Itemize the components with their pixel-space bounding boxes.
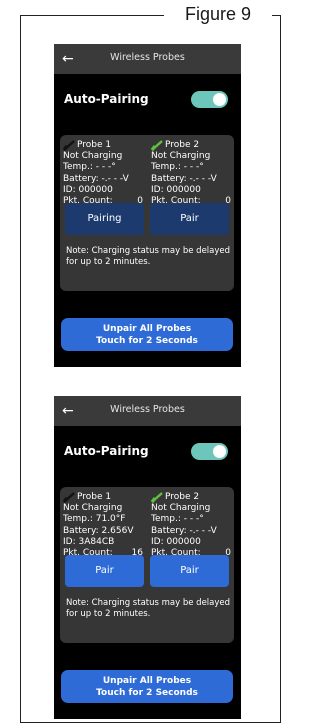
unpair-all-probes-button[interactable]: Unpair All Probes Touch for 2 Seconds xyxy=(61,318,233,351)
unpair-button-line1: Unpair All Probes xyxy=(102,324,192,334)
probe-icon xyxy=(151,140,163,152)
header-title: Wireless Probes xyxy=(110,52,185,63)
probe-id: ID: 000000 xyxy=(151,536,201,547)
charging-status: Not Charging xyxy=(63,503,123,514)
auto-pairing-toggle[interactable] xyxy=(191,443,228,460)
probe-id: ID: 000000 xyxy=(151,184,201,195)
auto-pairing-label: Auto-Pairing xyxy=(64,444,149,458)
app-header: ← Wireless Probes xyxy=(54,44,241,74)
probe-1-info: Probe 1 Not Charging Temp.: 71.0°F Batte… xyxy=(63,492,149,559)
temperature-readout: Temp.: - - -° xyxy=(63,162,116,173)
battery-readout: Battery: -.- - -V xyxy=(63,173,129,184)
toggle-knob xyxy=(213,93,226,106)
charging-note: Note: Charging status may be delayed for… xyxy=(66,246,231,267)
probe-2-pair-button[interactable]: Pair xyxy=(150,203,229,235)
probe-name: Probe 1 xyxy=(77,492,112,502)
probe-name: Probe 2 xyxy=(165,140,200,150)
battery-readout: Battery: -.- - -V xyxy=(151,525,217,536)
header-title: Wireless Probes xyxy=(110,404,185,415)
probe-1-pair-button[interactable]: Pair xyxy=(65,555,144,587)
toggle-knob xyxy=(213,445,226,458)
phone-screen-1: ← Wireless Probes Auto-Pairing Probe 1 N… xyxy=(54,44,241,367)
probe-status-panel: Probe 1 Not Charging Temp.: 71.0°F Batte… xyxy=(60,487,234,643)
auto-pairing-toggle[interactable] xyxy=(191,91,228,108)
probe-id: ID: 000000 xyxy=(63,184,113,195)
probe-2-pair-button[interactable]: Pair xyxy=(150,555,229,587)
probe-2-info: Probe 2 Not Charging Temp.: - - -° Batte… xyxy=(151,492,237,559)
battery-readout: Battery: -.- - -V xyxy=(151,173,217,184)
temperature-readout: Temp.: - - -° xyxy=(151,514,204,525)
probe-icon xyxy=(151,492,163,504)
auto-pairing-label: Auto-Pairing xyxy=(64,92,149,106)
app-header: ← Wireless Probes xyxy=(54,396,241,426)
probe-1-info: Probe 1 Not Charging Temp.: - - -° Batte… xyxy=(63,140,149,207)
probe-id: ID: 3A84CB xyxy=(63,536,115,547)
charging-status: Not Charging xyxy=(151,503,211,514)
probe-name: Probe 1 xyxy=(77,140,112,150)
unpair-button-line2: Touch for 2 Seconds xyxy=(96,336,198,346)
unpair-all-probes-button[interactable]: Unpair All Probes Touch for 2 Seconds xyxy=(61,670,233,703)
figure-title: Figure 9 xyxy=(164,0,272,28)
battery-readout: Battery: 2.656V xyxy=(63,525,134,536)
temperature-readout: Temp.: - - -° xyxy=(151,162,204,173)
probe-status-panel: Probe 1 Not Charging Temp.: - - -° Batte… xyxy=(60,135,234,291)
unpair-button-line1: Unpair All Probes xyxy=(102,676,192,686)
probe-2-info: Probe 2 Not Charging Temp.: - - -° Batte… xyxy=(151,140,237,207)
probe-name: Probe 2 xyxy=(165,492,200,502)
charging-status: Not Charging xyxy=(151,151,211,162)
probe-icon xyxy=(63,140,75,152)
probe-1-pairing-button[interactable]: Pairing xyxy=(65,203,144,235)
temperature-readout: Temp.: 71.0°F xyxy=(63,514,126,525)
unpair-button-line2: Touch for 2 Seconds xyxy=(96,688,198,698)
probe-icon xyxy=(63,492,75,504)
charging-note: Note: Charging status may be delayed for… xyxy=(66,598,231,619)
phone-screen-2: ← Wireless Probes Auto-Pairing Probe 1 N… xyxy=(54,396,241,719)
charging-status: Not Charging xyxy=(63,151,123,162)
